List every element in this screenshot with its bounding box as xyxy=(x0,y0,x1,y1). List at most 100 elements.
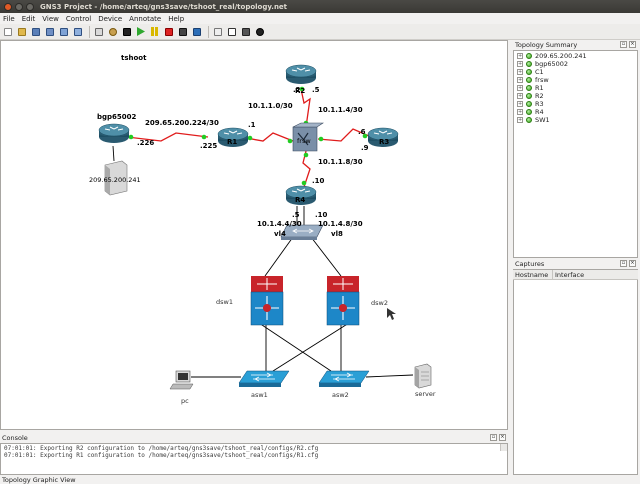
expand-icon[interactable]: + xyxy=(517,85,523,91)
tree-item[interactable]: + frsw xyxy=(517,76,634,84)
captures-columns: Hostname Interface xyxy=(513,270,638,280)
float-icon[interactable]: ▫ xyxy=(620,41,627,48)
close-icon[interactable]: × xyxy=(629,41,636,48)
link-asw2-server[interactable] xyxy=(365,374,414,378)
frame-relay-switch[interactable]: frsw xyxy=(292,122,324,152)
add-link-icon[interactable] xyxy=(93,26,104,37)
link-dsw1-asw2[interactable] xyxy=(258,322,332,372)
save-as-icon[interactable] xyxy=(44,26,55,37)
link-sw1-dsw2[interactable] xyxy=(310,236,342,277)
float-icon[interactable]: ▫ xyxy=(490,434,497,441)
status-dot-icon xyxy=(526,109,532,115)
start-icon[interactable] xyxy=(135,26,146,37)
tree-item[interactable]: + R4 xyxy=(517,108,634,116)
reload-icon[interactable] xyxy=(177,26,188,37)
maximize-window-button[interactable] xyxy=(26,2,34,11)
new-icon[interactable] xyxy=(2,26,13,37)
menu-help[interactable]: Help xyxy=(168,15,184,23)
tree-item[interactable]: + R2 xyxy=(517,92,634,100)
frsw-label: frsw xyxy=(297,137,311,145)
minimize-window-button[interactable] xyxy=(15,2,23,11)
tree-item[interactable]: + SW1 xyxy=(517,116,634,124)
menu-view[interactable]: View xyxy=(42,15,59,23)
label-net-r2: 10.1.1.0/30 xyxy=(248,102,293,110)
expand-icon[interactable]: + xyxy=(517,77,523,83)
column-interface[interactable]: Interface xyxy=(553,270,638,279)
column-hostname[interactable]: Hostname xyxy=(513,270,553,279)
switch-asw2[interactable]: asw2 xyxy=(318,370,370,399)
open-icon[interactable] xyxy=(16,26,27,37)
expand-icon[interactable]: + xyxy=(517,69,523,75)
router-r4[interactable]: R4 xyxy=(285,185,317,205)
virtualbox-icon[interactable] xyxy=(191,26,202,37)
rectangle-icon[interactable] xyxy=(240,26,251,37)
vl4-label: vl4 xyxy=(274,230,286,238)
status-dot-icon xyxy=(526,85,532,91)
link-bgp-c1[interactable] xyxy=(112,145,115,162)
toolbar-separator xyxy=(208,25,209,38)
tree-item[interactable]: + R1 xyxy=(517,84,634,92)
terminal-icon[interactable] xyxy=(121,26,132,37)
label-r4-vl4: .5 xyxy=(292,211,300,219)
expand-icon[interactable]: + xyxy=(517,53,523,59)
host-server[interactable]: server xyxy=(414,363,436,398)
menu-control[interactable]: Control xyxy=(66,15,91,23)
topology-summary-panel: +209.65.200.241 + bgp65002 + C1 + frsw + R1 … xyxy=(513,50,638,258)
label-r2-if-b: .5 xyxy=(312,86,320,94)
console-scrollbar[interactable] xyxy=(500,444,507,451)
topology-canvas[interactable]: tshoot R2 R1 R3 R4 frsw bgp65002 209.65.… xyxy=(0,40,508,430)
expand-icon[interactable]: + xyxy=(517,61,523,67)
expand-icon[interactable]: + xyxy=(517,117,523,123)
stop-icon[interactable] xyxy=(163,26,174,37)
screenshot-icon[interactable] xyxy=(212,26,223,37)
link-r1-frsw[interactable] xyxy=(245,132,294,142)
status-dot-icon xyxy=(526,61,532,67)
window-titlebar: GNS3 Project - /home/arteq/gns3save/tsho… xyxy=(0,0,640,13)
label-r1-if-bgp: .225 xyxy=(200,142,217,150)
export-icon[interactable] xyxy=(72,26,83,37)
router-r4-label: R4 xyxy=(295,196,305,204)
dsw2-label: dsw2 xyxy=(371,299,388,307)
router-r1[interactable]: R1 xyxy=(217,127,249,147)
link-dsw2-asw1[interactable] xyxy=(272,322,350,372)
save-icon[interactable] xyxy=(30,26,41,37)
float-icon[interactable]: ▫ xyxy=(620,260,627,267)
close-window-button[interactable] xyxy=(4,2,12,11)
note-icon[interactable] xyxy=(226,26,237,37)
switch-dsw1[interactable]: dsw1 xyxy=(216,276,284,326)
menu-file[interactable]: File xyxy=(3,15,15,23)
link-sw1-dsw1[interactable] xyxy=(264,236,294,277)
captures-header: Captures ▫ × xyxy=(513,259,638,269)
topology-tree: +209.65.200.241 + bgp65002 + C1 + frsw + R1 … xyxy=(514,51,637,125)
toolbar-separator xyxy=(89,25,90,38)
label-net-r4: 10.1.1.8/30 xyxy=(318,158,363,166)
close-icon[interactable]: × xyxy=(629,260,636,267)
expand-icon[interactable]: + xyxy=(517,109,523,115)
asw2-label: asw2 xyxy=(332,391,349,399)
status-dot-icon xyxy=(526,93,532,99)
switch-dsw2[interactable]: dsw2 xyxy=(326,276,388,326)
close-icon[interactable]: × xyxy=(499,434,506,441)
switch-asw1[interactable]: asw1 xyxy=(238,370,290,399)
expand-icon[interactable]: + xyxy=(517,101,523,107)
tree-item[interactable]: + R3 xyxy=(517,100,634,108)
host-c1[interactable]: 209.65.200.241 xyxy=(89,160,141,196)
status-dot-icon xyxy=(526,77,532,83)
capture-icon[interactable] xyxy=(107,26,118,37)
host-pc[interactable]: pc xyxy=(169,370,194,405)
menu-annotate[interactable]: Annotate xyxy=(129,15,161,23)
tree-item[interactable]: +209.65.200.241 xyxy=(517,52,634,60)
menu-device[interactable]: Device xyxy=(98,15,122,23)
console-line: 07:01:01: Exporting R1 configuration to … xyxy=(4,452,319,459)
label-net-r1-bgp: 209.65.200.224/30 xyxy=(145,119,219,127)
tree-item[interactable]: + C1 xyxy=(517,68,634,76)
status-dot-icon xyxy=(526,117,532,123)
import-icon[interactable] xyxy=(58,26,69,37)
menu-edit[interactable]: Edit xyxy=(22,15,36,23)
ellipse-icon[interactable] xyxy=(254,26,265,37)
router-r3[interactable]: R3 xyxy=(367,127,399,147)
console-output[interactable]: 07:01:01: Exporting R2 configuration to … xyxy=(0,443,508,475)
tree-item[interactable]: + bgp65002 xyxy=(517,60,634,68)
pause-icon[interactable] xyxy=(149,26,160,37)
expand-icon[interactable]: + xyxy=(517,93,523,99)
